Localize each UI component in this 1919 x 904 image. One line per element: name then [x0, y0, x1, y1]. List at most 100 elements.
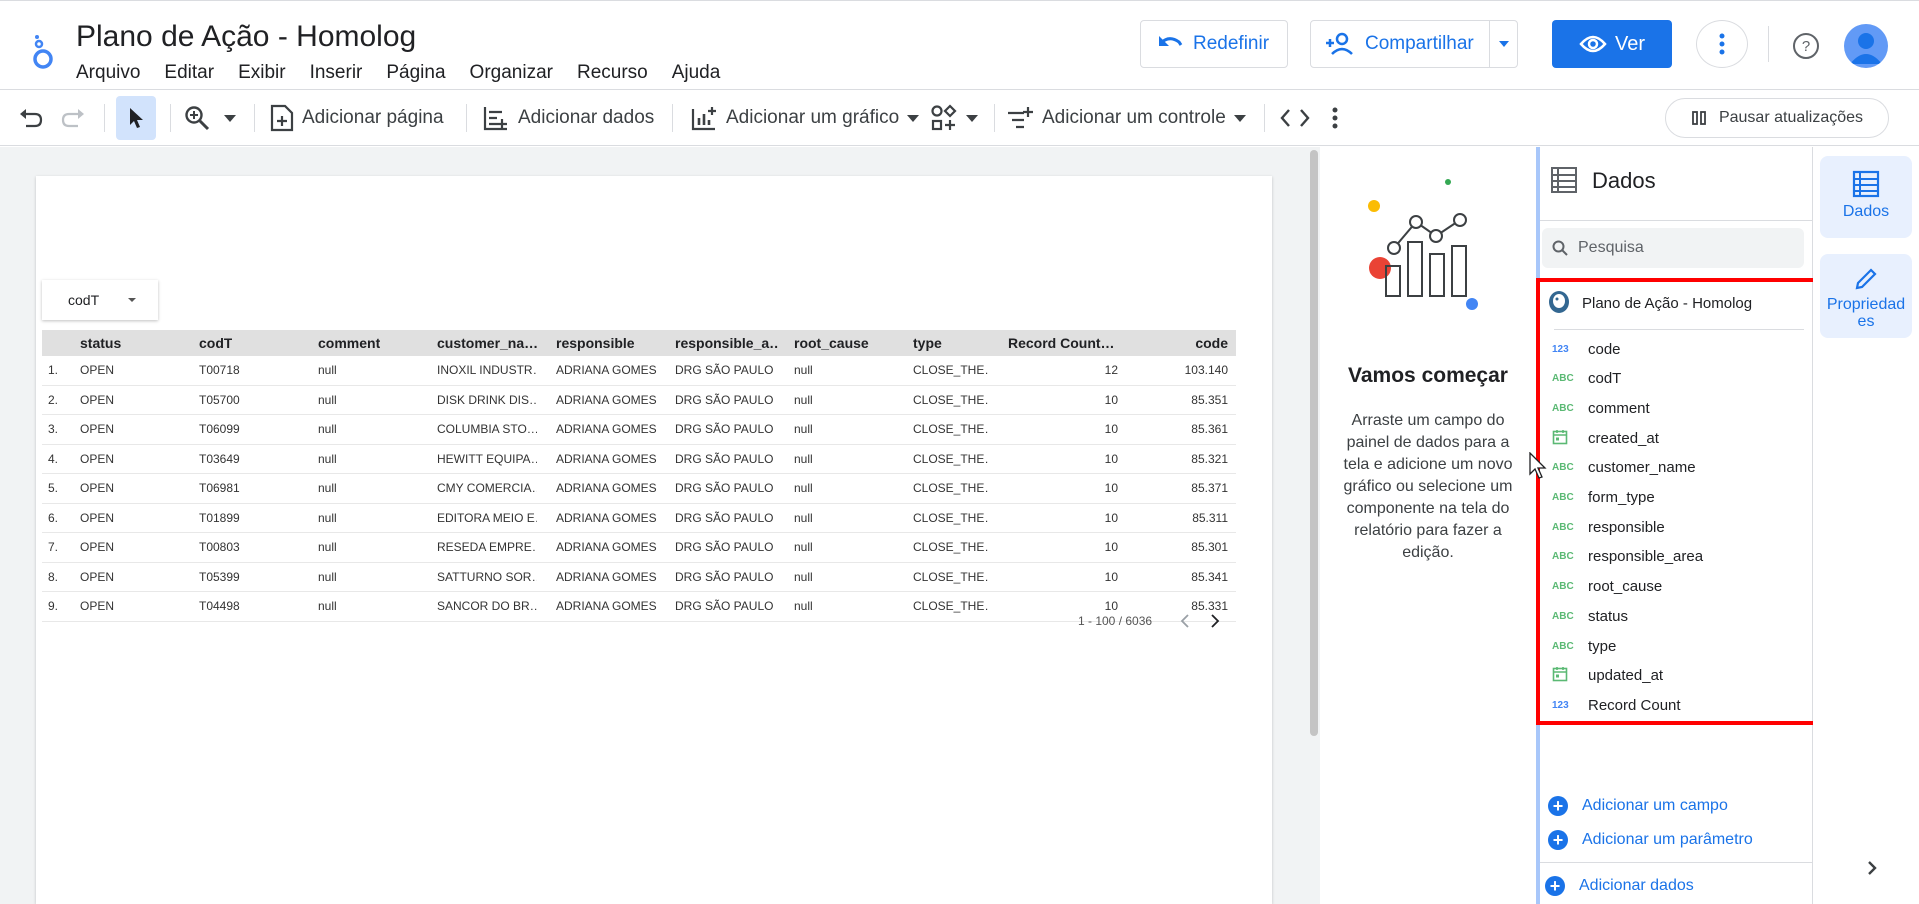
select-tool-button[interactable] — [116, 96, 156, 140]
table-row[interactable]: 5. OPEN T06981 null CMY COMERCIA… ADRIANA GOM… — [42, 474, 1236, 504]
datasource-header[interactable]: Plano de Ação - Homolog — [1546, 290, 1752, 316]
help-icon[interactable]: ? — [1792, 32, 1820, 60]
share-dropdown-chevron-icon[interactable] — [1489, 21, 1517, 67]
menu-organizar[interactable]: Organizar — [470, 62, 553, 84]
add-component-button[interactable] — [930, 96, 978, 140]
chevron-down-icon — [224, 114, 236, 122]
canvas-scrollbar[interactable] — [1310, 150, 1318, 736]
add-chart-button[interactable]: Adicionar um gráfico — [690, 96, 920, 140]
data-panel-divider — [1540, 220, 1812, 221]
plus-icon: + — [1548, 796, 1568, 816]
toolbar-divider — [254, 104, 255, 132]
header-divider — [1768, 26, 1769, 62]
field-item-created-at[interactable]: created_at — [1552, 426, 1659, 450]
column-header[interactable]: root_cause — [794, 330, 869, 356]
table-row[interactable]: 4. OPEN T03649 null HEWITT EQUIPA… ADRIANA GO… — [42, 445, 1236, 474]
field-search-input[interactable]: Pesquisa — [1542, 228, 1804, 268]
field-item-responsible-area[interactable]: ABC responsible_area — [1552, 545, 1703, 569]
menu-editar[interactable]: Editar — [164, 62, 214, 84]
data-table[interactable]: status codT comment customer_na… respons… — [42, 330, 1236, 640]
table-row[interactable]: 2. OPEN T05700 null DISK DRINK DIS… ADRIANA G… — [42, 386, 1236, 415]
field-item-responsible[interactable]: ABC responsible — [1552, 515, 1665, 539]
calendar-icon — [1552, 429, 1588, 448]
more-options-button[interactable] — [1696, 20, 1748, 68]
menu-ajuda[interactable]: Ajuda — [672, 62, 721, 84]
empty-state-title: Vamos começar — [1348, 364, 1508, 387]
column-header[interactable]: Record Count… — [1008, 330, 1118, 356]
add-control-button[interactable]: Adicionar um controle — [1006, 96, 1246, 140]
menu-pagina[interactable]: Página — [386, 62, 445, 84]
field-item-root-cause[interactable]: ABC root_cause — [1552, 575, 1662, 599]
field-item-record-count[interactable]: 123 Record Count — [1552, 693, 1681, 717]
field-item-status[interactable]: ABC status — [1552, 604, 1628, 628]
add-page-button[interactable]: Adicionar página — [270, 96, 444, 140]
field-item-type[interactable]: ABC type — [1552, 634, 1616, 658]
table-row[interactable]: 9. OPEN T04498 null SANCOR DO BR… ADRIANA GOM… — [42, 592, 1236, 622]
column-header[interactable]: codT — [199, 330, 232, 356]
svg-text:?: ? — [1802, 38, 1810, 55]
field-item-comment[interactable]: ABC comment — [1552, 396, 1650, 420]
table-row[interactable]: 7. OPEN T00803 null RESEDA EMPRE… ADRIANA GOM… — [42, 533, 1236, 563]
table-cell: 85.301 — [1191, 540, 1228, 554]
field-name: Record Count — [1588, 696, 1681, 714]
field-item-customer-name[interactable]: ABC customer_name — [1552, 456, 1696, 480]
table-row[interactable]: 8. OPEN T05399 null SATTURNO SOR… ADRIANA GOM… — [42, 563, 1236, 592]
menu-inserir[interactable]: Inserir — [310, 62, 363, 84]
chevron-left-icon[interactable] — [1180, 614, 1190, 628]
chevron-right-icon[interactable] — [1210, 614, 1220, 628]
text-type-icon: ABC — [1552, 581, 1574, 593]
add-parameter-button[interactable]: + Adicionar um parâmetro — [1548, 830, 1753, 850]
table-cell: T01899 — [199, 510, 240, 525]
pause-updates-button[interactable]: Pausar atualizações — [1665, 98, 1889, 138]
add-data-button[interactable]: Adicionar dados — [482, 96, 654, 140]
undo-button[interactable] — [18, 96, 44, 140]
table-row[interactable]: 6. OPEN T01899 null EDITORA MEIO E… ADRIANA G… — [42, 504, 1236, 533]
table-row[interactable]: 1. OPEN T00718 null INOXIL INDUSTR… ADRIANA G… — [42, 356, 1236, 386]
table-cell: null — [794, 363, 813, 377]
embed-code-button[interactable] — [1280, 96, 1310, 140]
redo-button[interactable] — [60, 96, 86, 140]
menu-arquivo[interactable]: Arquivo — [76, 62, 140, 84]
add-datasource-button[interactable]: + Adicionar dados — [1545, 876, 1694, 896]
table-cell: ADRIANA GOMES — [556, 510, 657, 525]
rail-tab-dados[interactable]: Dados — [1820, 156, 1912, 238]
plus-icon: + — [1548, 830, 1568, 850]
column-header[interactable]: customer_na… — [437, 330, 537, 356]
column-header[interactable]: comment — [318, 330, 380, 356]
table-cell: DRG SÃO PAULO — [675, 599, 774, 613]
add-field-button[interactable]: + Adicionar um campo — [1548, 796, 1728, 816]
redefinir-button[interactable]: Redefinir — [1140, 20, 1288, 68]
field-item-updated-at[interactable]: updated_at — [1552, 664, 1663, 688]
table-cell: DRG SÃO PAULO — [675, 392, 774, 407]
avatar[interactable] — [1844, 24, 1888, 68]
zoom-button[interactable] — [184, 96, 236, 140]
data-panel-bottom-divider — [1540, 862, 1812, 863]
column-header[interactable]: type — [913, 330, 942, 356]
field-item-code[interactable]: 123 code — [1552, 337, 1621, 361]
ver-button[interactable]: Ver — [1552, 20, 1672, 68]
share-label: Compartilhar — [1365, 33, 1474, 54]
table-cell: EDITORA MEIO E… — [437, 510, 537, 525]
table-row[interactable]: 3. OPEN T06099 null COLUMBIA STO… ADRIANA GOM… — [42, 415, 1236, 445]
column-header[interactable]: status — [80, 330, 121, 356]
text-type-icon: ABC — [1552, 551, 1574, 563]
share-button[interactable]: Compartilhar — [1310, 20, 1518, 68]
looker-studio-logo-icon[interactable] — [26, 32, 60, 72]
field-item-form-type[interactable]: ABC form_type — [1552, 486, 1655, 510]
table-cell: CLOSE_THE… — [913, 599, 989, 613]
menu-recurso[interactable]: Recurso — [577, 62, 648, 84]
rail-tab-propriedades[interactable]: Propriedad es — [1820, 254, 1912, 338]
field-item-codt[interactable]: ABC codT — [1552, 367, 1621, 391]
datasource-divider — [1554, 329, 1804, 330]
table-cell: DRG SÃO PAULO — [675, 363, 774, 377]
report-title[interactable]: Plano de Ação - Homolog — [76, 20, 416, 54]
column-header[interactable]: responsible_a… — [675, 330, 779, 356]
chevron-right-icon[interactable] — [1860, 856, 1884, 880]
menu-exibir[interactable]: Exibir — [238, 62, 286, 84]
text-type-icon: ABC — [1552, 373, 1574, 385]
toolbar-more-button[interactable] — [1332, 96, 1338, 140]
codt-filter-control[interactable]: codT — [42, 280, 158, 320]
table-cell: CMY COMERCIA… — [437, 481, 537, 495]
column-header[interactable]: code — [1195, 330, 1228, 356]
column-header[interactable]: responsible — [556, 330, 635, 356]
